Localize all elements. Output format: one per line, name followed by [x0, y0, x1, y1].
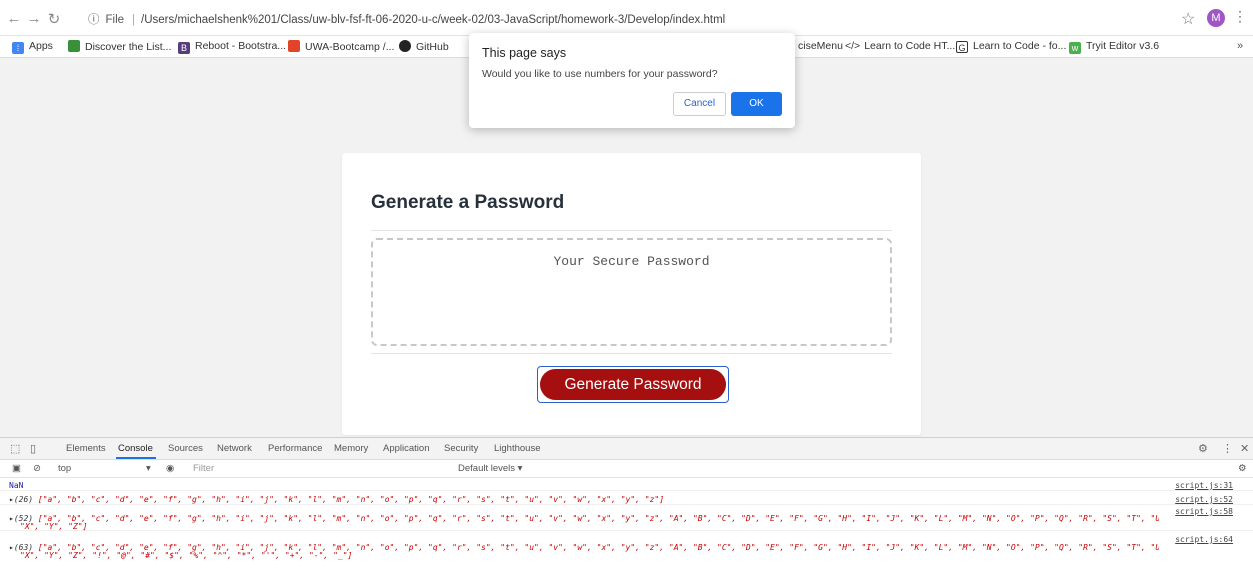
info-icon[interactable]: ⓘ — [88, 14, 100, 26]
tab-lighthouse[interactable]: Lighthouse — [494, 443, 540, 454]
menu-kebab-icon[interactable]: ⋮ — [1233, 8, 1247, 25]
reload-icon[interactable]: ↻ — [46, 10, 62, 28]
eye-icon[interactable]: ◉ — [166, 463, 174, 474]
bookmark-item[interactable]: ciseMenu — [798, 40, 843, 52]
ok-button[interactable]: OK — [731, 92, 782, 116]
url-text: /Users/michaelshenk%201/Class/uw-blv-fsf… — [141, 14, 726, 26]
card-title: Generate a Password — [371, 192, 565, 213]
password-output[interactable]: Your Secure Password — [371, 238, 892, 346]
console-text: NaN — [9, 481, 24, 490]
bookmark-item[interactable]: w Tryit Editor v3.6 — [1069, 40, 1159, 54]
bookmark-item[interactable]: UWA-Bootcamp /... — [288, 40, 394, 53]
generate-password-button[interactable]: Generate Password — [537, 366, 729, 403]
bookmark-apps[interactable]: ⁞ Apps — [12, 40, 53, 54]
apps-grid-icon: ⁞ — [12, 42, 24, 54]
bookmarks-overflow-icon[interactable]: » — [1237, 40, 1243, 52]
generate-password-label: Generate Password — [540, 369, 726, 400]
clear-console-icon[interactable]: ⊘ — [33, 463, 41, 474]
bookmark-item[interactable]: B Reboot - Bootstra... — [178, 40, 286, 54]
w3schools-icon: w — [1069, 42, 1081, 54]
divider — [371, 353, 892, 354]
bookmark-favicon-icon: G — [956, 41, 968, 53]
dialog-title: This page says — [482, 46, 567, 60]
bookmark-favicon-icon — [68, 40, 80, 52]
console-line[interactable]: ▸(26) ["a", "b", "c", "d", "e", "f", "g"… — [0, 492, 1253, 505]
bookmark-item[interactable]: </> Learn to Code HT... — [845, 40, 955, 52]
source-link[interactable]: script.js:64 — [1175, 535, 1233, 544]
console-output: NaN script.js:31 ▸(26) ["a", "b", "c", "… — [0, 479, 1253, 569]
context-dropdown-icon[interactable]: ▾ — [146, 463, 151, 474]
browser-toolbar: ← → ↻ ⓘ File |/Users/michaelshenk%201/Clas… — [0, 0, 1253, 36]
devtools-panel: ⬚ ▯ Elements Console Sources Network Per… — [0, 437, 1253, 569]
console-line[interactable]: ▸(52) ["a", "b", "c", "d", "e", "f", "g"… — [0, 506, 1253, 531]
tab-application[interactable]: Application — [383, 443, 429, 454]
code-icon: </> — [845, 40, 861, 52]
gear-icon[interactable]: ⚙ — [1198, 442, 1208, 455]
context-selector[interactable]: top — [58, 463, 71, 474]
console-array-continued: "X", "Y", "Z", "!", "@", "#", "$", "%", … — [20, 551, 353, 560]
source-link[interactable]: script.js:58 — [1175, 507, 1233, 516]
github-icon — [399, 40, 411, 52]
bookmark-item[interactable]: G Learn to Code - fo... — [956, 40, 1066, 53]
active-tab-indicator — [116, 457, 156, 459]
log-levels-dropdown[interactable]: Default levels ▾ — [458, 463, 522, 474]
devtools-tabbar: ⬚ ▯ Elements Console Sources Network Per… — [0, 438, 1253, 460]
tab-network[interactable]: Network — [217, 443, 252, 454]
tab-security[interactable]: Security — [444, 443, 478, 454]
close-icon[interactable]: ✕ — [1240, 442, 1249, 455]
bookmark-item[interactable]: GitHub — [399, 40, 449, 53]
console-array: ▸(26) ["a", "b", "c", "d", "e", "f", "g"… — [9, 495, 665, 504]
password-card: Generate a Password Your Secure Password… — [342, 153, 921, 435]
tab-console[interactable]: Console — [118, 443, 153, 454]
alert-dialog: This page says Would you like to use num… — [469, 33, 795, 128]
cancel-button[interactable]: Cancel — [673, 92, 726, 116]
sidebar-toggle-icon[interactable]: ▣ — [12, 463, 21, 474]
filter-input[interactable]: Filter — [193, 463, 214, 474]
inspect-element-icon[interactable]: ⬚ — [10, 442, 20, 455]
more-options-icon[interactable]: ⋮ — [1222, 442, 1233, 455]
device-toolbar-icon[interactable]: ▯ — [30, 442, 36, 455]
console-toolbar: ▣ ⊘ top ▾ ◉ Filter Default levels ▾ ⚙ — [0, 460, 1253, 478]
divider — [371, 230, 892, 231]
url-scheme: File — [105, 14, 125, 26]
tab-memory[interactable]: Memory — [334, 443, 368, 454]
back-icon[interactable]: ← — [6, 10, 22, 27]
bootstrap-icon: B — [178, 42, 190, 54]
tab-sources[interactable]: Sources — [168, 443, 203, 454]
console-settings-icon[interactable]: ⚙ — [1238, 463, 1247, 474]
console-line: NaN script.js:31 — [0, 479, 1253, 491]
console-array-continued: "X", "Y", "Z"] — [20, 522, 88, 531]
source-link[interactable]: script.js:31 — [1175, 481, 1233, 490]
password-placeholder: Your Secure Password — [553, 254, 710, 269]
address-bar[interactable]: ⓘ File |/Users/michaelshenk%201/Class/uw-b… — [88, 11, 725, 27]
console-line[interactable]: ▸(63) ["a", "b", "c", "d", "e", "f", "g"… — [0, 532, 1253, 568]
tab-elements[interactable]: Elements — [66, 443, 106, 454]
tab-performance[interactable]: Performance — [268, 443, 322, 454]
forward-icon[interactable]: → — [26, 10, 42, 27]
bookmark-star-icon[interactable]: ☆ — [1181, 9, 1195, 29]
gitlab-icon — [288, 40, 300, 52]
source-link[interactable]: script.js:52 — [1175, 495, 1233, 504]
dialog-message: Would you like to use numbers for your p… — [482, 68, 718, 80]
bookmark-item[interactable]: Discover the List... — [68, 40, 171, 53]
avatar[interactable]: M — [1207, 9, 1225, 27]
